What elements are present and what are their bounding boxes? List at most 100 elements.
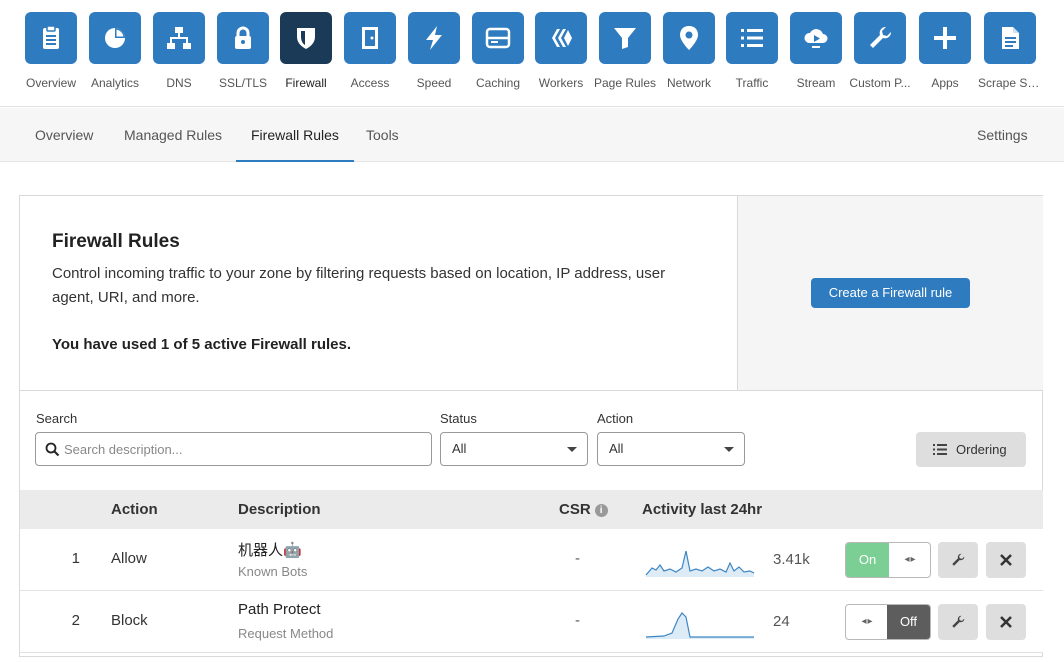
clipboard-icon [25, 12, 77, 64]
app-icon-bar: Overview Analytics DNS SSL/TLS Firewall … [0, 0, 1064, 107]
tab-tools[interactable]: Tools [366, 108, 399, 162]
caret-down-icon [724, 447, 734, 452]
shield-icon [280, 12, 332, 64]
usage-text: You have used 1 of 5 active Firewall rul… [52, 336, 352, 353]
app-scrape-shield[interactable]: Scrape Sh... [978, 12, 1042, 90]
action-select[interactable]: All [597, 432, 745, 466]
rule-name: 机器人🤖 [238, 542, 302, 559]
list-icon [726, 12, 778, 64]
app-access[interactable]: Access [338, 12, 402, 90]
activity-sparkline [645, 612, 754, 639]
document-icon [984, 12, 1036, 64]
app-speed[interactable]: Speed [402, 12, 466, 90]
tab-overview[interactable]: Overview [35, 108, 93, 162]
header-csr: CSR i [559, 490, 608, 529]
rule-action: Allow [111, 550, 147, 567]
app-label: Scrape Sh... [978, 76, 1042, 90]
intro-description: Control incoming traffic to your zone by… [52, 265, 666, 306]
app-label: DNS [166, 76, 192, 90]
app-label: SSL/TLS [218, 76, 268, 90]
info-icon[interactable]: i [594, 504, 608, 517]
app-caching[interactable]: Caching [466, 12, 530, 90]
rule-priority: 2 [71, 612, 80, 629]
app-dns[interactable]: DNS [147, 12, 211, 90]
app-stream[interactable]: Stream [784, 12, 848, 90]
edit-rule-button[interactable] [938, 542, 978, 578]
status-value: All [452, 441, 467, 456]
app-label: Speed [416, 76, 452, 90]
status-label: Status [440, 411, 477, 426]
toggle-off: Off [887, 605, 930, 639]
search-icon [45, 442, 60, 457]
app-firewall[interactable]: Firewall [274, 12, 338, 90]
toggle-handle-icon: ◂▸ [861, 616, 874, 627]
app-label: Firewall [285, 76, 327, 90]
cta-panel: Create a Firewall rule [737, 196, 1043, 390]
app-analytics[interactable]: Analytics [83, 12, 147, 90]
pie-chart-icon [89, 12, 141, 64]
lightning-icon [408, 12, 460, 64]
close-icon [1000, 554, 1012, 566]
header-description: Description [238, 501, 321, 518]
status-select[interactable]: All [440, 432, 588, 466]
app-apps[interactable]: Apps [913, 12, 977, 90]
app-label: Overview [25, 76, 76, 90]
app-label: Page Rules [593, 76, 657, 90]
delete-rule-button[interactable] [986, 542, 1026, 578]
location-pin-icon [663, 12, 715, 64]
tab-managed-rules[interactable]: Managed Rules [124, 108, 222, 162]
search-field[interactable] [35, 432, 432, 466]
ordering-button[interactable]: Ordering [916, 432, 1026, 467]
network-tree-icon [153, 12, 205, 64]
header-activity: Activity last 24hr [642, 501, 763, 518]
caret-down-icon [567, 447, 577, 452]
app-label: Access [350, 76, 390, 90]
rule-activity-count: 3.41k [773, 551, 810, 568]
workers-icon [535, 12, 587, 64]
door-icon [344, 12, 396, 64]
wrench-icon [854, 12, 906, 64]
rule-toggle[interactable]: ◂▸ Off [845, 604, 931, 640]
filter-icon [599, 12, 651, 64]
app-label: Traffic [735, 76, 769, 90]
app-ssl-tls[interactable]: SSL/TLS [211, 12, 275, 90]
page-title: Firewall Rules [52, 231, 180, 252]
cloud-play-icon [790, 12, 842, 64]
tab-firewall-rules[interactable]: Firewall Rules [236, 108, 354, 162]
table-row[interactable]: 1 Allow 机器人🤖 Known Bots - 3.41k On ◂▸ [20, 529, 1043, 591]
toggle-handle-icon: ◂▸ [904, 554, 917, 565]
ordering-label: Ordering [956, 442, 1007, 457]
search-input[interactable] [64, 433, 424, 465]
firewall-rules-card: Firewall Rules Control incoming traffic … [19, 195, 1043, 657]
edit-rule-button[interactable] [938, 604, 978, 640]
rule-toggle[interactable]: On ◂▸ [845, 542, 931, 578]
app-traffic[interactable]: Traffic [720, 12, 784, 90]
app-network[interactable]: Network [657, 12, 721, 90]
app-overview[interactable]: Overview [19, 12, 83, 90]
search-label: Search [36, 411, 78, 426]
rule-subtitle: Known Bots [238, 564, 308, 579]
rule-priority: 1 [71, 550, 80, 567]
create-firewall-rule-button[interactable]: Create a Firewall rule [811, 278, 970, 308]
app-page-rules[interactable]: Page Rules [593, 12, 657, 90]
activity-sparkline [645, 550, 755, 577]
tab-settings[interactable]: Settings [977, 108, 1028, 162]
wrench-icon [952, 615, 965, 628]
action-label: Action [597, 411, 634, 426]
table-row[interactable]: 2 Block Path Protect Request Method - 24… [20, 591, 1043, 653]
app-label: Custom P... [849, 76, 911, 90]
app-custom-pages[interactable]: Custom P... [848, 12, 912, 90]
rule-subtitle: Request Method [238, 626, 334, 641]
app-label: Network [666, 76, 711, 90]
rule-action: Block [111, 612, 148, 629]
table-header: Action Description CSR i Activity last 24… [20, 490, 1043, 529]
plus-icon [919, 12, 971, 64]
app-workers[interactable]: Workers [529, 12, 593, 90]
wrench-icon [952, 553, 965, 566]
app-label: Workers [538, 76, 584, 90]
rule-csr: - [575, 612, 580, 629]
delete-rule-button[interactable] [986, 604, 1026, 640]
toggle-on: On [846, 543, 889, 577]
app-label: Stream [796, 76, 836, 90]
header-csr-label: CSR [559, 501, 591, 518]
